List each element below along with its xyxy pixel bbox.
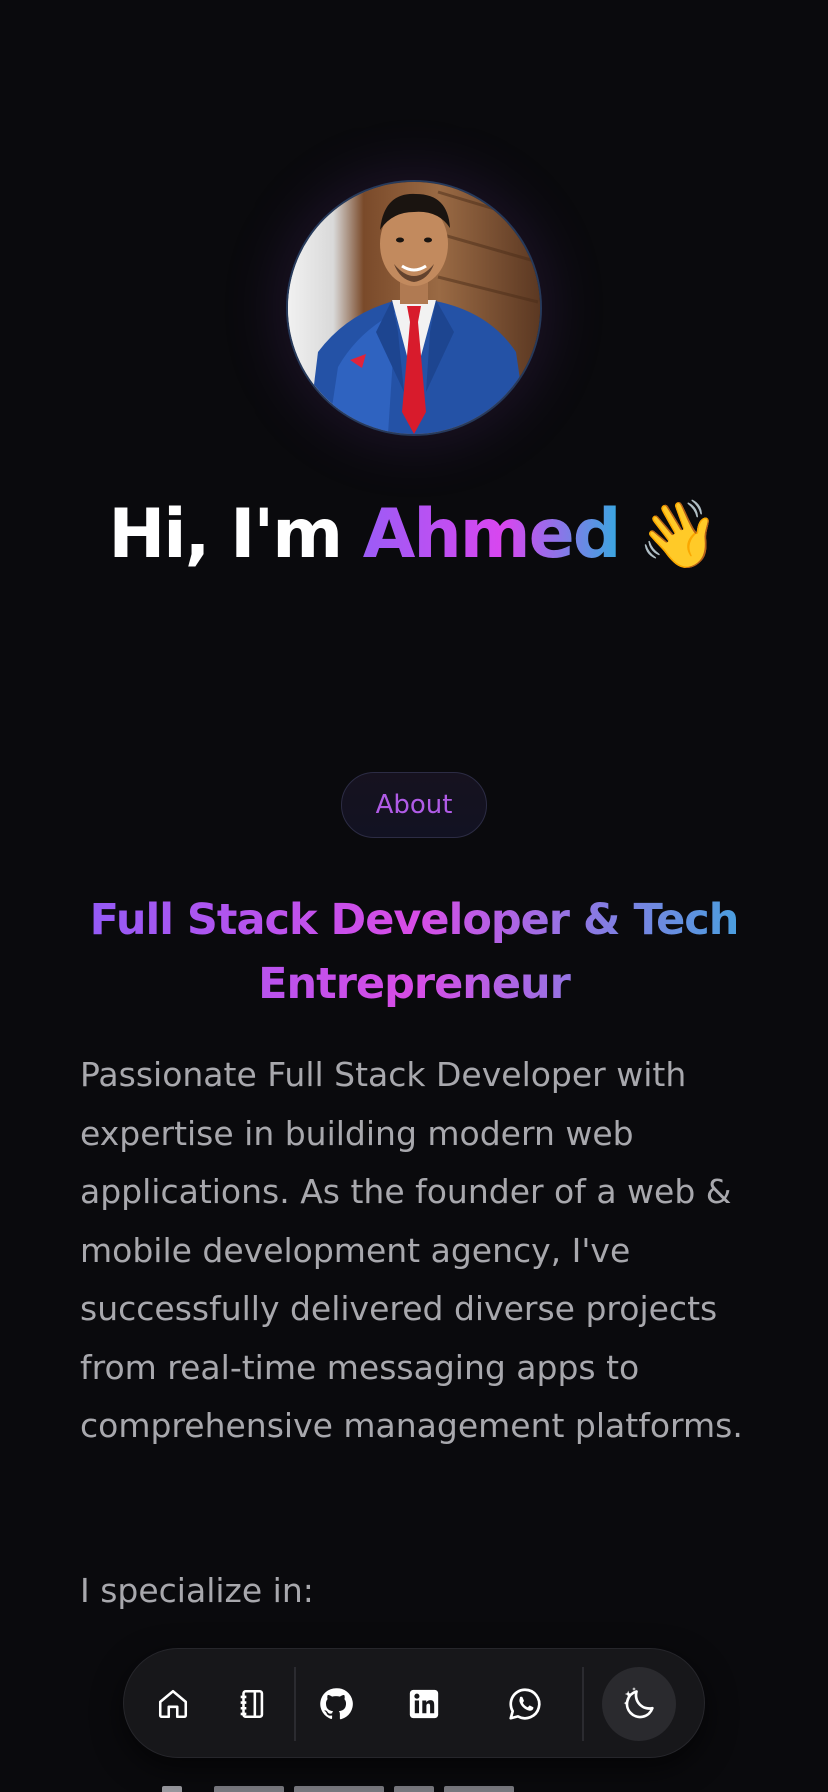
about-headline: Full Stack Developer & Tech Entrepreneur [60, 888, 768, 1016]
list-item-peek [162, 1778, 522, 1792]
dock-whatsapp-button[interactable] [495, 1674, 555, 1734]
bottom-dock [123, 1648, 705, 1758]
avatar-illustration [288, 182, 540, 434]
whatsapp-icon [509, 1688, 541, 1720]
profile-avatar [288, 182, 540, 434]
dock-separator [294, 1667, 296, 1741]
wave-emoji-icon: 👋 [637, 496, 720, 573]
dock-home-button[interactable] [143, 1674, 203, 1734]
notebook-icon [240, 1689, 264, 1719]
dock-linkedin-button[interactable] [394, 1674, 454, 1734]
greeting-name: Ahmed [362, 495, 622, 574]
dock-github-button[interactable] [306, 1674, 366, 1734]
moon-stars-icon [623, 1687, 654, 1719]
dock-notebook-button[interactable] [222, 1674, 282, 1734]
hero-greeting: Hi, I'm Ahmed 👋 [0, 490, 828, 580]
home-icon [158, 1689, 188, 1719]
github-icon [320, 1688, 353, 1720]
greeting-prefix: Hi, I'm [108, 495, 363, 574]
specialize-intro: I specialize in: [80, 1571, 314, 1610]
about-section-pill: About [341, 772, 487, 838]
portfolio-page: Hi, I'm Ahmed 👋 About Full Stack Develope… [0, 0, 828, 1792]
dock-separator [582, 1667, 584, 1741]
about-bio: Passionate Full Stack Developer with exp… [80, 1055, 743, 1445]
theme-toggle-button[interactable] [602, 1667, 676, 1741]
linkedin-icon [409, 1689, 439, 1719]
